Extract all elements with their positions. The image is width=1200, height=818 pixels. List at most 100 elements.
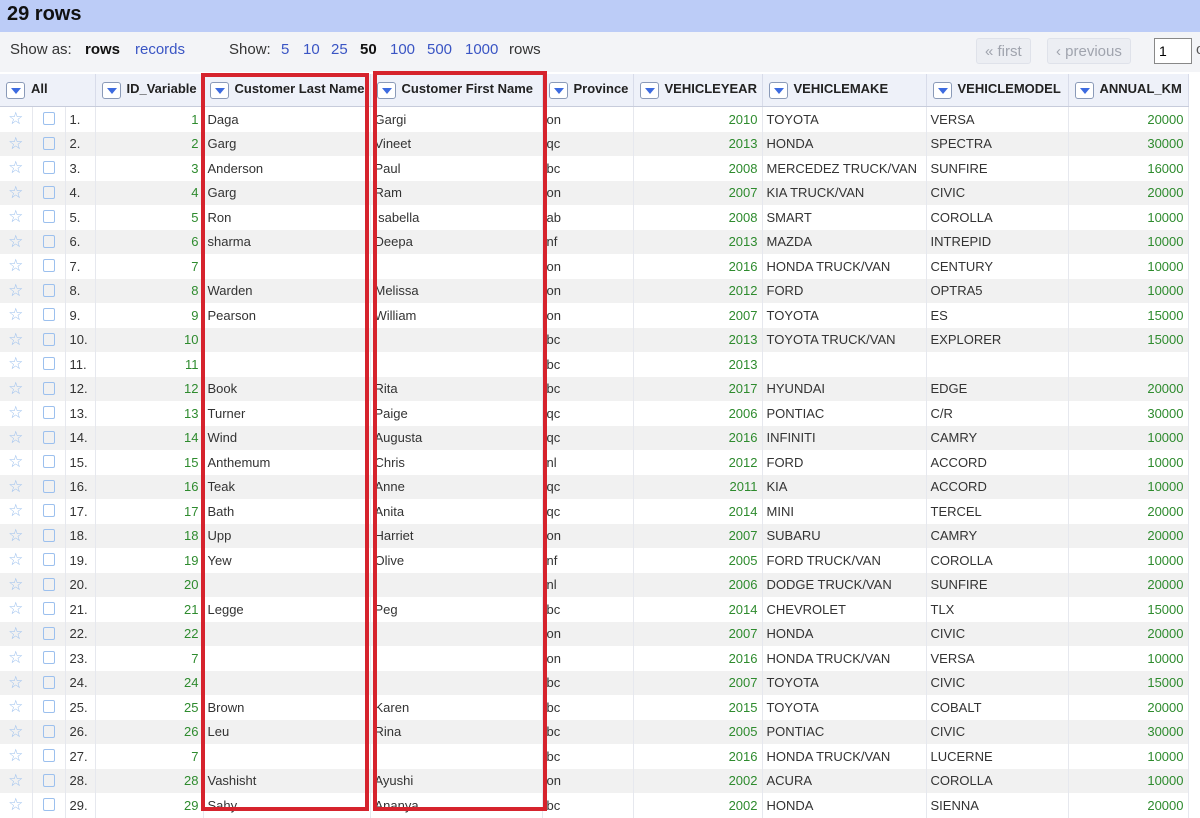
cell-vehicleyear: 2002 (633, 768, 763, 793)
star-icon[interactable]: ☆ (0, 376, 33, 401)
column-menu-icon[interactable] (1074, 81, 1094, 99)
flag-icon[interactable] (32, 744, 66, 769)
star-icon[interactable]: ☆ (0, 670, 33, 695)
column-menu-icon[interactable] (932, 81, 952, 99)
flag-icon[interactable] (32, 695, 66, 720)
star-icon[interactable]: ☆ (0, 450, 33, 475)
star-icon[interactable]: ☆ (0, 278, 33, 303)
flag-icon[interactable] (32, 768, 66, 793)
column-menu-icon[interactable] (548, 81, 568, 99)
cell-vehiclemake: HYUNDAI (762, 376, 927, 401)
flag-icon[interactable] (32, 450, 66, 475)
flag-icon[interactable] (32, 376, 66, 401)
star-icon[interactable]: ☆ (0, 695, 33, 720)
page-size-100[interactable]: 100 (390, 41, 415, 58)
flag-icon[interactable] (32, 131, 66, 156)
first-page-button[interactable]: « first (976, 38, 1031, 64)
star-icon[interactable]: ☆ (0, 303, 33, 328)
cell-vehiclemodel: CAMRY (926, 425, 1069, 450)
records-mode-link[interactable]: records (135, 41, 185, 58)
page-size-10[interactable]: 10 (303, 41, 320, 58)
flag-icon[interactable] (32, 425, 66, 450)
star-icon[interactable]: ☆ (0, 327, 33, 352)
star-icon[interactable]: ☆ (0, 768, 33, 793)
flag-icon[interactable] (32, 572, 66, 597)
star-icon[interactable]: ☆ (0, 156, 33, 181)
page-size-5[interactable]: 5 (281, 41, 289, 58)
cell-customer-last-name (203, 646, 371, 671)
column-header-vehiclemodel[interactable]: VEHICLEMODEL (926, 74, 1069, 107)
cell-province: qc (542, 425, 634, 450)
star-icon[interactable]: ☆ (0, 131, 33, 156)
flag-icon[interactable] (32, 499, 66, 524)
page-size-1000[interactable]: 1000 (465, 41, 498, 58)
flag-icon[interactable] (32, 327, 66, 352)
column-menu-icon[interactable] (6, 81, 25, 99)
column-header-annual-km[interactable]: ANNUAL_KM (1068, 74, 1189, 107)
page-size-25[interactable]: 25 (331, 41, 348, 58)
star-icon[interactable]: ☆ (0, 401, 33, 426)
flag-icon[interactable] (32, 180, 66, 205)
column-menu-icon[interactable] (768, 81, 788, 99)
page-size-500[interactable]: 500 (427, 41, 452, 58)
column-header-province[interactable]: Province (542, 74, 634, 107)
cell-vehiclemake: TOYOTA (762, 303, 927, 328)
flag-icon[interactable] (32, 254, 66, 279)
star-icon[interactable]: ☆ (0, 499, 33, 524)
flag-icon[interactable] (32, 156, 66, 181)
flag-icon[interactable] (32, 401, 66, 426)
flag-icon[interactable] (32, 474, 66, 499)
flag-icon[interactable] (32, 278, 66, 303)
star-icon[interactable]: ☆ (0, 793, 33, 818)
column-menu-icon[interactable] (376, 81, 396, 99)
column-header-vehicleyear[interactable]: VEHICLEYEAR (633, 74, 763, 107)
star-icon[interactable]: ☆ (0, 205, 33, 230)
star-icon[interactable]: ☆ (0, 646, 33, 671)
column-menu-icon[interactable] (209, 81, 229, 99)
star-icon[interactable]: ☆ (0, 180, 33, 205)
flag-icon[interactable] (32, 646, 66, 671)
flag-icon[interactable] (32, 670, 66, 695)
flag-icon[interactable] (32, 621, 66, 646)
cell-province: bc (542, 695, 634, 720)
star-icon[interactable]: ☆ (0, 744, 33, 769)
star-icon[interactable]: ☆ (0, 474, 33, 499)
page-number-input[interactable] (1154, 38, 1192, 64)
flag-icon[interactable] (32, 719, 66, 744)
column-header-vehiclemake[interactable]: VEHICLEMAKE (762, 74, 927, 107)
flag-icon[interactable] (32, 303, 66, 328)
star-icon[interactable]: ☆ (0, 719, 33, 744)
rows-mode-link[interactable]: rows (85, 41, 120, 58)
star-icon[interactable]: ☆ (0, 352, 33, 377)
column-menu-icon[interactable] (639, 81, 659, 99)
column-menu-icon[interactable] (101, 81, 121, 99)
flag-icon[interactable] (32, 597, 66, 622)
cell-vehiclemodel: SIENNA (926, 793, 1069, 818)
cell-province: bc (542, 670, 634, 695)
page-size-50-active[interactable]: 50 (360, 41, 377, 58)
column-header-id-variable[interactable]: ID_Variable (95, 74, 204, 107)
star-icon[interactable]: ☆ (0, 548, 33, 573)
star-icon[interactable]: ☆ (0, 572, 33, 597)
flag-icon[interactable] (32, 523, 66, 548)
flag-icon[interactable] (32, 229, 66, 254)
flag-icon[interactable] (32, 548, 66, 573)
star-icon[interactable]: ☆ (0, 106, 33, 132)
star-icon[interactable]: ☆ (0, 523, 33, 548)
flag-icon[interactable] (32, 106, 66, 132)
column-header-customer-first-name[interactable]: Customer First Name (370, 74, 543, 107)
cell-id-variable: 7 (95, 254, 204, 279)
star-icon[interactable]: ☆ (0, 597, 33, 622)
star-icon[interactable]: ☆ (0, 229, 33, 254)
cell-annual-km: 20000 (1068, 180, 1189, 205)
star-icon[interactable]: ☆ (0, 621, 33, 646)
flag-icon[interactable] (32, 352, 66, 377)
star-icon[interactable]: ☆ (0, 254, 33, 279)
previous-page-button[interactable]: ‹ previous (1047, 38, 1131, 64)
star-icon[interactable]: ☆ (0, 425, 33, 450)
column-header-customer-last-name[interactable]: Customer Last Name (203, 74, 371, 107)
column-header-all[interactable]: All (0, 74, 96, 107)
cell-customer-last-name: Legge (203, 597, 371, 622)
flag-icon[interactable] (32, 205, 66, 230)
flag-icon[interactable] (32, 793, 66, 818)
